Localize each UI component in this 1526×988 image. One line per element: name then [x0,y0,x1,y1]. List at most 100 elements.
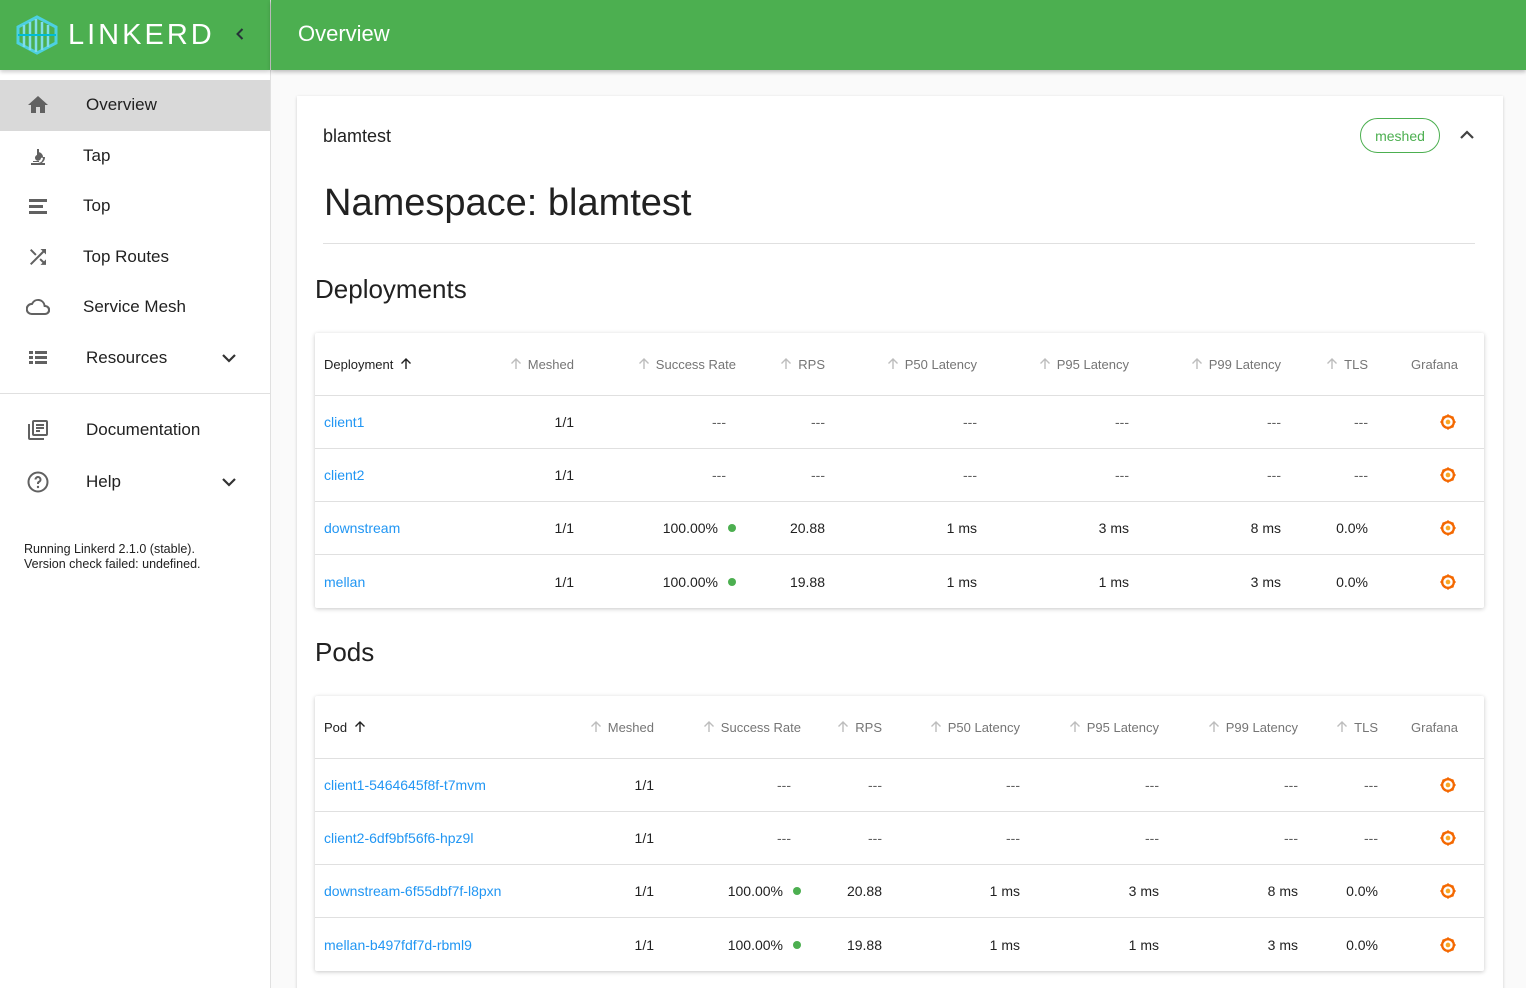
collapse-sidebar-button[interactable] [230,24,250,44]
table-row: client1-5464645f8f-t7mvm 1/1 --- --- --- --- -… [315,759,1484,812]
table-row: client1 1/1 --- --- --- --- --- --- [315,396,1484,449]
cell-value: 0.0% [1346,936,1378,953]
version-line: Running Linkerd 2.1.0 (stable). [24,542,195,556]
table-row: mellan-b497fdf7d-rbml9 1/1 100.00% 19.88 1 m… [315,918,1484,971]
nav-primary: Overview Tap Top Top Routes Service Mesh [0,70,270,383]
namespace-card: blamtest meshed Namespace: blamtest Depl… [297,96,1503,988]
grafana-icon[interactable] [1439,829,1457,847]
cell-value: 0.0% [1346,883,1378,899]
grafana-icon[interactable] [1439,519,1457,537]
grafana-icon[interactable] [1439,882,1457,900]
grafana-cell [1439,396,1457,448]
cell-value: 0.0% [1336,573,1368,590]
sidebar-item-service-mesh[interactable]: Service Mesh [0,282,270,333]
column-header-grafana[interactable]: Grafana [1411,696,1458,758]
pods-section-title: Pods [315,637,375,667]
tls-cell: 0.0% [315,555,1368,608]
list-icon [25,193,51,219]
version-info: Running Linkerd 2.1.0 (stable). Version … [24,542,201,572]
column-header-label: TLS [1344,356,1368,372]
column-header-tls[interactable]: TLS [315,333,1368,395]
cell-value: --- [1364,777,1378,793]
grafana-cell [1439,449,1457,501]
grafana-icon[interactable] [1439,466,1457,484]
tls-cell: --- [315,449,1368,501]
sidebar-item-resources[interactable]: Resources [0,333,270,384]
grafana-icon[interactable] [1439,936,1457,954]
grafana-cell [1439,812,1457,864]
top-app-bar: Overview [271,0,1526,70]
column-header-grafana[interactable]: Grafana [1411,333,1458,395]
grafana-cell [1439,555,1457,608]
tls-cell: 0.0% [315,502,1368,554]
table-row: mellan 1/1 100.00% 19.88 1 ms 1 ms 3 ms 0.0% [315,555,1484,608]
sidebar-item-label: Service Mesh [83,297,186,317]
table-row: downstream 1/1 100.00% 20.88 1 ms 3 ms 8 ms 0.0… [315,502,1484,555]
sidebar-item-documentation[interactable]: Documentation [0,404,270,456]
sidebar-item-label: Help [86,472,121,491]
home-icon [25,92,51,118]
chevron-up-icon[interactable] [1456,124,1478,146]
table-row: downstream-6f55dbf7f-l8pxn 1/1 100.00% 20.8… [315,865,1484,918]
column-header-label: Grafana [1411,356,1458,372]
tls-cell: 0.0% [315,918,1378,971]
grafana-icon[interactable] [1439,413,1457,431]
grafana-cell [1439,502,1457,554]
chevron-left-icon [236,28,244,40]
sidebar-item-overview[interactable]: Overview [0,80,270,131]
sidebar-divider [0,393,270,394]
namespace-title: Namespace: blamtest [324,182,692,224]
help-circle-icon [25,469,51,495]
deployments-table: Deployment Meshed Success Rate RPS P50 Laten… [315,333,1484,608]
table-icon [25,345,51,371]
tls-cell: --- [315,759,1378,811]
sidebar-item-label: Resources [86,347,168,367]
sort-arrow-icon [1335,720,1354,734]
deployments-section-title: Deployments [315,274,467,304]
chevron-down-icon[interactable] [218,471,240,493]
version-check-line: Version check failed: undefined. [24,557,201,571]
sidebar-item-top[interactable]: Top [0,181,270,232]
chevron-down-icon[interactable] [218,347,240,369]
cell-value: --- [1354,414,1368,430]
meshed-badge: meshed [1360,118,1440,153]
card-header-title: blamtest [323,126,392,146]
sidebar-item-tap[interactable]: Tap [0,131,270,182]
sidebar-item-label: Top [83,196,111,216]
microscope-icon [25,143,51,169]
table-row: client2-6df9bf56f6-hpz9l 1/1 --- --- --- --- -… [315,812,1484,865]
grafana-icon[interactable] [1439,776,1457,794]
column-header-label: Grafana [1411,719,1458,735]
library-books-icon [25,417,51,443]
cell-value: --- [1364,830,1378,846]
pods-table: Pod Meshed Success Rate RPS P50 Latency P95 L… [315,696,1484,971]
sidebar: LINKERD Overview Tap Top Top Routes Serv… [0,0,271,988]
brand-name: LINKERD [68,18,215,51]
sidebar-item-top-routes[interactable]: Top Routes [0,232,270,283]
cloud-icon [25,294,51,320]
table-header-row: Pod Meshed Success Rate RPS P50 Latency P95 L… [315,696,1484,759]
grafana-icon[interactable] [1439,573,1457,591]
column-header-tls[interactable]: TLS [315,696,1378,758]
sidebar-item-help[interactable]: Help [0,456,270,508]
column-header-label: TLS [1354,719,1378,735]
tls-cell: --- [315,396,1368,448]
nav-secondary: Documentation Help [0,404,270,508]
tls-cell: --- [315,812,1378,864]
sidebar-item-label: Documentation [86,420,201,439]
sidebar-item-label: Tap [83,145,111,165]
sidebar-item-label: Overview [86,95,157,115]
shuffle-icon [25,244,51,270]
table-header-row: Deployment Meshed Success Rate RPS P50 Laten… [315,333,1484,396]
grafana-cell [1439,865,1457,917]
table-row: client2 1/1 --- --- --- --- --- --- [315,449,1484,502]
title-divider [323,243,1475,244]
grafana-cell [1439,918,1457,971]
cell-value: --- [1354,467,1368,483]
tls-cell: 0.0% [315,865,1378,917]
sort-arrow-icon [1325,357,1344,371]
grafana-cell [1439,759,1457,811]
sidebar-item-label: Top Routes [83,246,169,266]
linkerd-logo-icon[interactable] [14,15,60,55]
page-title: Overview [298,21,390,46]
